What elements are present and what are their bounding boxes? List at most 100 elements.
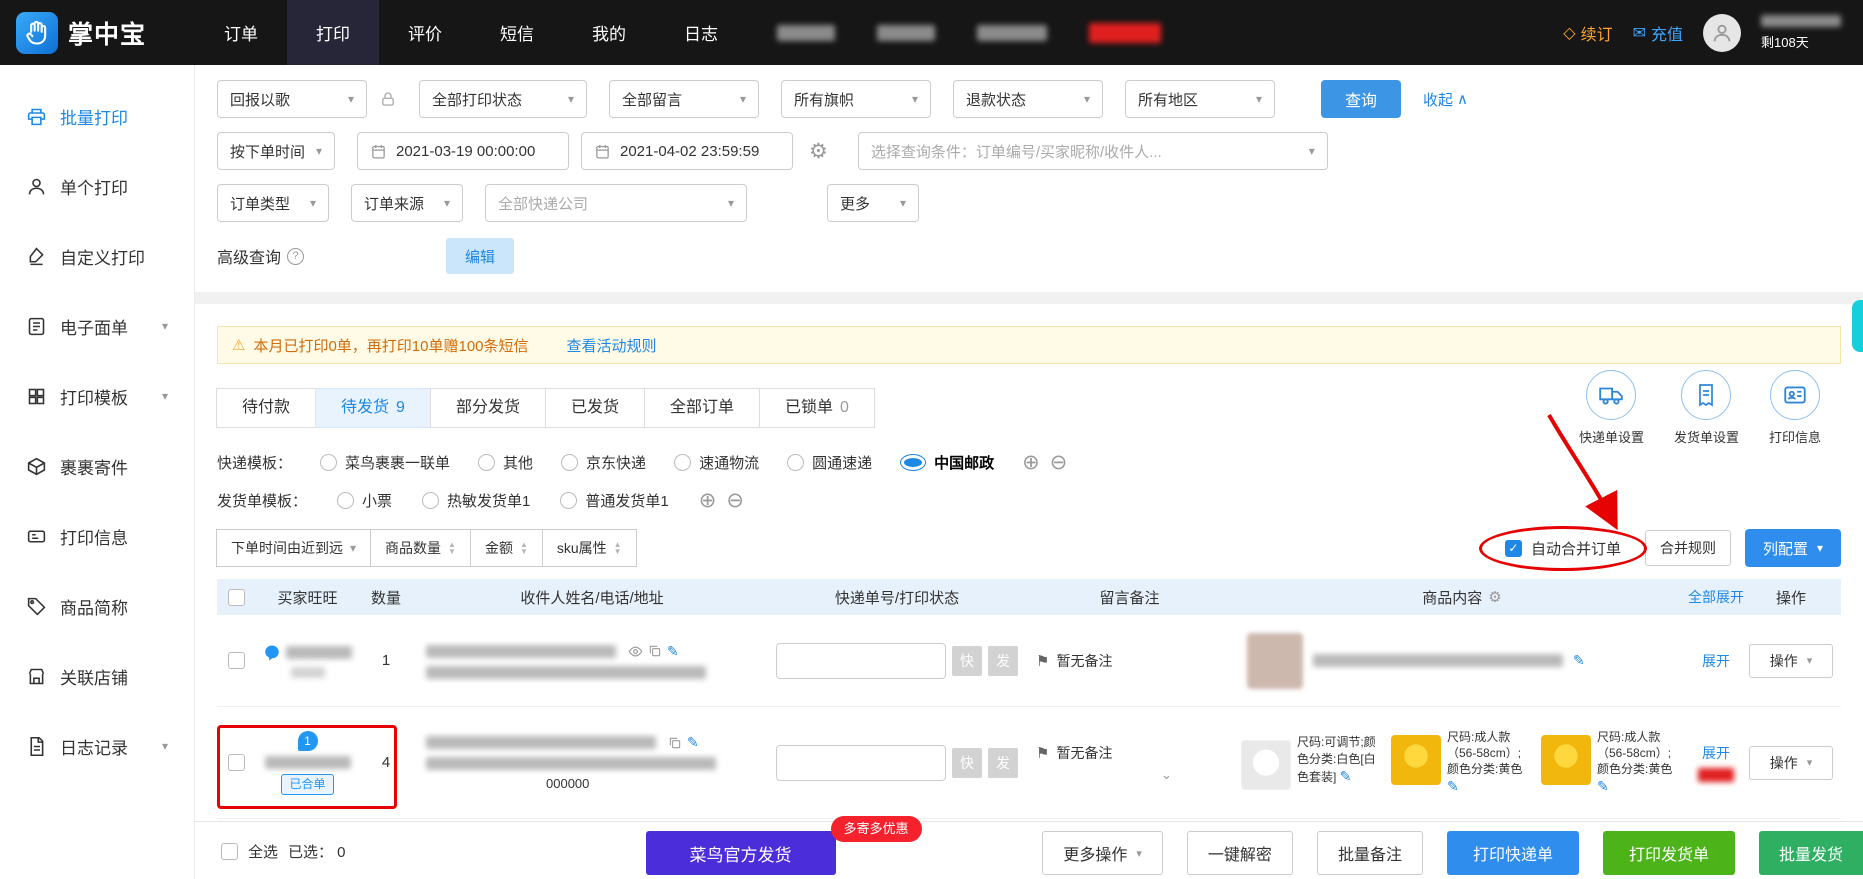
pencil-icon[interactable]: ✎: [667, 643, 679, 660]
tracking-number-input[interactable]: [776, 744, 946, 781]
select-all-checkbox[interactable]: [221, 843, 238, 860]
nav-item-reviews[interactable]: 评价: [379, 0, 471, 65]
collapse-link[interactable]: 收起 ∧: [1423, 89, 1468, 110]
tab-shipped[interactable]: 已发货: [544, 388, 645, 428]
flag-icon[interactable]: ⚑: [1036, 744, 1049, 762]
express-tpl-yuantong[interactable]: 圆通速递: [787, 452, 872, 473]
tab-awaiting-shipment[interactable]: 待发货 9: [315, 388, 431, 428]
product-thumbnail[interactable]: [1247, 632, 1303, 689]
plus-circle-icon[interactable]: ⊕: [1022, 452, 1040, 473]
region-select[interactable]: 所有地区 ▾: [1125, 80, 1275, 118]
pencil-icon[interactable]: ✎: [1447, 778, 1459, 794]
ship-button[interactable]: 发: [988, 747, 1018, 778]
gear-icon[interactable]: ⚙: [809, 139, 828, 164]
sidebar-item-custom-print[interactable]: 自定义打印: [0, 221, 194, 291]
tab-all-orders[interactable]: 全部订单: [643, 388, 760, 428]
sort-by-quantity[interactable]: 商品数量 ▲ ▼: [370, 529, 471, 567]
tab-pending-payment[interactable]: 待付款: [216, 388, 317, 428]
product-thumbnail[interactable]: [1541, 734, 1591, 785]
nav-item-orders[interactable]: 订单: [195, 0, 287, 65]
invoice-tpl-receipt[interactable]: 小票: [337, 490, 392, 511]
help-icon[interactable]: ?: [287, 247, 305, 265]
tab-locked[interactable]: 已锁单 0: [758, 388, 875, 428]
sort-by-sku[interactable]: sku属性 ▲ ▼: [541, 529, 637, 567]
renew-link[interactable]: ◇ 续订: [1563, 21, 1612, 45]
activity-rules-link[interactable]: 查看活动规则: [567, 335, 657, 356]
radio-icon[interactable]: [787, 454, 805, 471]
message-select[interactable]: 全部留言 ▾: [609, 80, 759, 118]
print-invoice-button[interactable]: 打印发货单: [1602, 831, 1735, 875]
batch-ship-button[interactable]: 批量发货: [1758, 831, 1863, 875]
merge-rules-button[interactable]: 合并规则: [1644, 530, 1731, 566]
order-type-select[interactable]: 订单类型 ▾: [217, 184, 329, 222]
row-action-button[interactable]: 操作 ▾: [1749, 745, 1833, 780]
ship-button[interactable]: 发: [988, 645, 1018, 676]
minus-circle-icon[interactable]: ⊖: [726, 490, 744, 511]
expand-row-link[interactable]: 展开: [1702, 743, 1730, 763]
radio-icon[interactable]: [478, 454, 496, 471]
query-button[interactable]: 查询: [1321, 80, 1401, 118]
nav-item-logs[interactable]: 日志: [655, 0, 747, 65]
date-from-input[interactable]: 2021-03-19 00:00:00: [357, 132, 569, 170]
auto-merge-toggle[interactable]: ✓ 自动合并订单: [1478, 413, 1647, 571]
decrypt-button[interactable]: 一键解密: [1186, 831, 1293, 875]
avatar[interactable]: [1703, 13, 1741, 52]
column-config-button[interactable]: 列配置 ▾: [1744, 529, 1841, 567]
sidebar-item-print-info[interactable]: 打印信息: [0, 501, 194, 571]
print-express-button[interactable]: 打印快递单: [1446, 831, 1579, 875]
express-company-select[interactable]: 全部快递公司 ▾: [485, 184, 747, 222]
expand-all-link[interactable]: 全部展开: [1688, 587, 1744, 607]
product-thumbnail[interactable]: [1241, 740, 1291, 791]
sidebar-item-guoguo[interactable]: 裹裹寄件: [0, 431, 194, 501]
copy-icon[interactable]: [648, 644, 662, 658]
edit-button[interactable]: 编辑: [446, 238, 515, 274]
copy-icon[interactable]: [668, 736, 682, 750]
row-action-button[interactable]: 操作 ▾: [1749, 643, 1833, 678]
fast-print-button[interactable]: 快: [952, 645, 982, 676]
sidebar-item-log-records[interactable]: 日志记录 ▾: [0, 711, 194, 781]
express-tpl-sutong[interactable]: 速通物流: [674, 452, 759, 473]
expand-row-link[interactable]: 展开: [1702, 651, 1730, 671]
sidebar-item-batch-print[interactable]: 批量打印: [0, 81, 194, 151]
express-tpl-jd[interactable]: 京东快递: [561, 452, 646, 473]
recharge-link[interactable]: ✉ 充值: [1633, 21, 1683, 45]
sidebar-item-print-template[interactable]: 打印模板 ▾: [0, 361, 194, 431]
print-status-select[interactable]: 全部打印状态 ▾: [419, 80, 587, 118]
radio-icon[interactable]: [320, 454, 338, 471]
radio-icon[interactable]: [560, 492, 578, 509]
flag-icon[interactable]: ⚑: [1036, 652, 1049, 670]
keyword-condition-select[interactable]: 选择查询条件：订单编号/买家昵称/收件人... ▾: [857, 132, 1328, 170]
sidebar-item-waybill[interactable]: 电子面单 ▾: [0, 291, 194, 361]
radio-icon[interactable]: [422, 492, 440, 509]
sidebar-item-single-print[interactable]: 单个打印: [0, 151, 194, 221]
pencil-icon[interactable]: ✎: [1597, 778, 1609, 794]
pencil-icon[interactable]: ✎: [687, 734, 699, 751]
radio-icon[interactable]: [337, 492, 355, 509]
invoice-tpl-thermal[interactable]: 热敏发货单1: [422, 490, 530, 511]
plus-circle-icon[interactable]: ⊕: [699, 490, 717, 511]
nav-item-print[interactable]: 打印: [287, 0, 379, 65]
cainiao-ship-button[interactable]: 菜鸟官方发货 多寄多优惠: [645, 816, 922, 875]
sidebar-item-product-alias[interactable]: 商品简称: [0, 571, 194, 641]
tracking-number-input[interactable]: [776, 642, 946, 679]
minus-circle-icon[interactable]: ⊖: [1050, 452, 1068, 473]
flag-select[interactable]: 所有旗帜 ▾: [781, 80, 931, 118]
chat-bubble-icon[interactable]: [263, 644, 281, 662]
sort-by-amount[interactable]: 金额 ▲ ▼: [469, 529, 543, 567]
select-all-header-checkbox[interactable]: [227, 588, 245, 606]
express-tpl-cainiao[interactable]: 菜鸟裹裹一联单: [320, 452, 450, 473]
date-to-input[interactable]: 2021-04-02 23:59:59: [581, 132, 793, 170]
sidebar-item-linked-shops[interactable]: 关联店铺: [0, 641, 194, 711]
print-info-settings[interactable]: 打印信息: [1769, 370, 1821, 446]
product-thumbnail[interactable]: [1391, 734, 1441, 785]
radio-icon[interactable]: [561, 454, 579, 471]
invoice-tpl-normal[interactable]: 普通发货单1: [560, 490, 669, 511]
express-sheet-settings[interactable]: 快递单设置: [1579, 370, 1644, 446]
refund-status-select[interactable]: 退款状态 ▾: [953, 80, 1103, 118]
auto-merge-checkbox[interactable]: ✓: [1504, 539, 1522, 557]
pencil-icon[interactable]: ✎: [1573, 652, 1585, 669]
more-filter-select[interactable]: 更多 ▾: [827, 184, 919, 222]
tab-partial-shipment[interactable]: 部分发货: [429, 388, 546, 428]
fast-print-button[interactable]: 快: [952, 747, 982, 778]
shop-select[interactable]: 回报以歌 ▾: [217, 80, 367, 118]
